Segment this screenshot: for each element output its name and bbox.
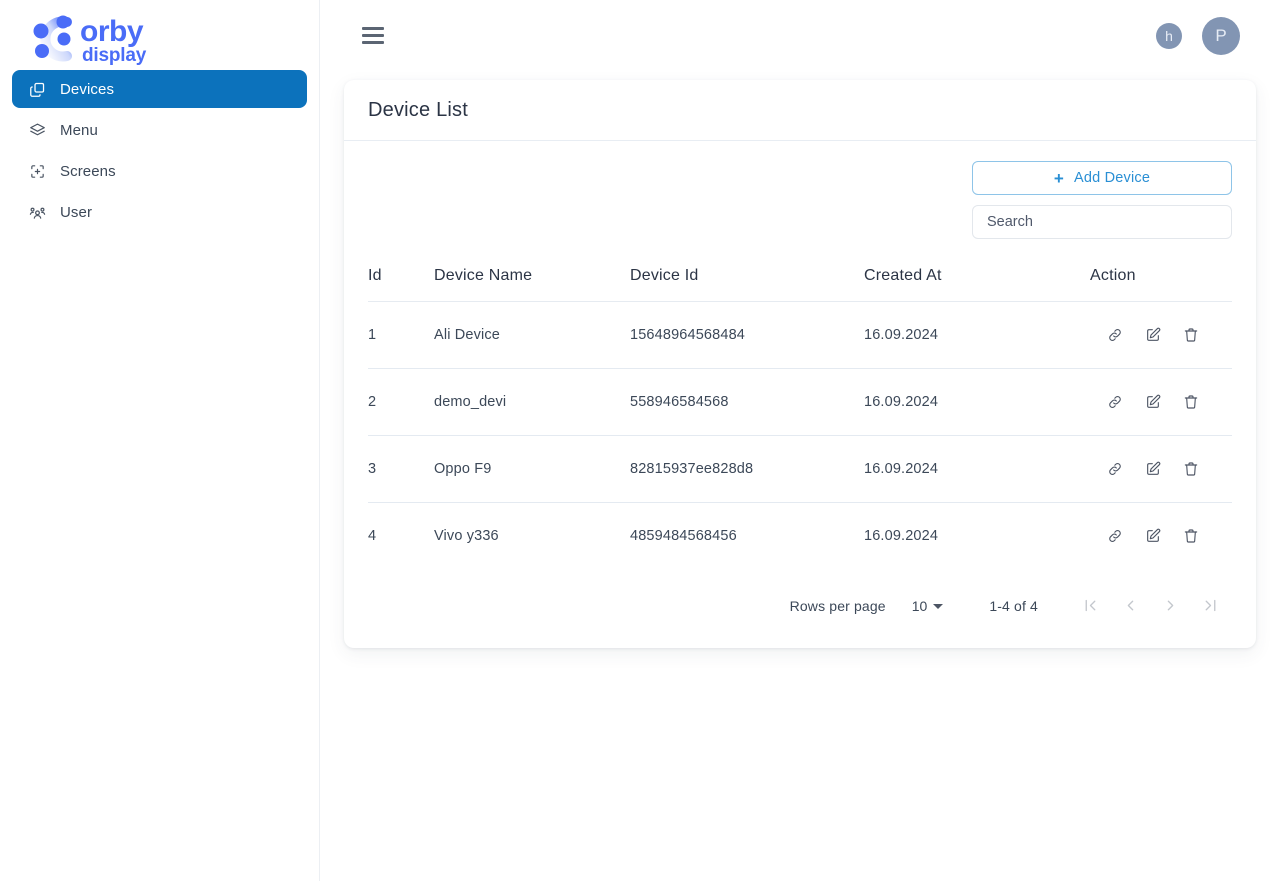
column-header-device-name: Device Name — [434, 267, 630, 302]
rows-per-page-label: Rows per page — [790, 598, 886, 614]
device-table: Id Device Name Device Id Created At Acti… — [368, 267, 1232, 570]
link-icon[interactable] — [1106, 326, 1124, 344]
cell-device-name: Ali Device — [434, 302, 630, 369]
link-icon[interactable] — [1106, 393, 1124, 411]
cell-device-id: 558946584568 — [630, 369, 864, 436]
cell-actions — [1090, 503, 1232, 570]
sidebar-item-menu[interactable]: Menu — [12, 111, 307, 149]
add-device-button[interactable]: + Add Device — [972, 161, 1232, 195]
sidebar-item-devices[interactable]: Devices — [12, 70, 307, 108]
svg-text:display: display — [82, 45, 147, 66]
cell-created-at: 16.09.2024 — [864, 369, 1090, 436]
table-head: Id Device Name Device Id Created At Acti… — [368, 267, 1232, 302]
trash-icon[interactable] — [1182, 326, 1200, 344]
cell-device-id: 4859484568456 — [630, 503, 864, 570]
table-row: 2 demo_devi 558946584568 16.09.2024 — [368, 369, 1232, 436]
row-action-group — [1090, 393, 1232, 411]
table-body: 1 Ali Device 15648964568484 16.09.2024 — [368, 302, 1232, 570]
notification-avatar[interactable]: h — [1156, 23, 1182, 49]
cell-created-at: 16.09.2024 — [864, 436, 1090, 503]
sidebar: orby display Devices — [0, 0, 320, 881]
last-page-icon[interactable] — [1190, 586, 1230, 626]
link-icon[interactable] — [1106, 527, 1124, 545]
rows-per-page-select[interactable]: 10 — [912, 598, 944, 614]
prev-page-icon[interactable] — [1110, 586, 1150, 626]
column-header-action: Action — [1090, 267, 1232, 302]
hamburger-bar — [362, 34, 384, 37]
page-title: Device List — [344, 80, 1256, 141]
cell-device-name: Vivo y336 — [434, 503, 630, 570]
cell-device-name: Oppo F9 — [434, 436, 630, 503]
cell-id: 1 — [368, 302, 434, 369]
cell-id: 4 — [368, 503, 434, 570]
row-action-group — [1090, 326, 1232, 344]
cell-device-id: 15648964568484 — [630, 302, 864, 369]
search-input[interactable] — [972, 205, 1232, 239]
cell-actions — [1090, 369, 1232, 436]
sidebar-item-label: Menu — [60, 122, 98, 139]
table-row: 4 Vivo y336 4859484568456 16.09.2024 — [368, 503, 1232, 570]
table-row: 3 Oppo F9 82815937ee828d8 16.09.2024 — [368, 436, 1232, 503]
layers-icon — [28, 121, 46, 139]
next-page-icon[interactable] — [1150, 586, 1190, 626]
column-header-created-at: Created At — [864, 267, 1090, 302]
pagination-range-label: 1-4 of 4 — [989, 598, 1038, 614]
sidebar-item-label: Devices — [60, 81, 114, 98]
cell-created-at: 16.09.2024 — [864, 302, 1090, 369]
edit-pencil-icon[interactable] — [1144, 527, 1162, 545]
cell-actions — [1090, 302, 1232, 369]
link-icon[interactable] — [1106, 460, 1124, 478]
sidebar-nav: Devices Menu — [0, 70, 319, 231]
cell-created-at: 16.09.2024 — [864, 503, 1090, 570]
svg-text:orby: orby — [80, 15, 144, 48]
edit-pencil-icon[interactable] — [1144, 393, 1162, 411]
trash-icon[interactable] — [1182, 460, 1200, 478]
sidebar-item-screens[interactable]: Screens — [12, 152, 307, 190]
first-page-icon[interactable] — [1070, 586, 1110, 626]
chevron-down-icon — [933, 604, 943, 609]
card-body: + Add Device Id Device Name Device Id Cr… — [344, 141, 1256, 648]
hamburger-icon[interactable] — [362, 27, 384, 44]
rows-per-page-value: 10 — [912, 598, 928, 614]
edit-pencil-icon[interactable] — [1144, 326, 1162, 344]
column-header-id: Id — [368, 267, 434, 302]
orby-circular-logo: orby display — [20, 9, 190, 69]
add-device-label: Add Device — [1074, 170, 1150, 186]
cell-device-name: demo_devi — [434, 369, 630, 436]
pagination-bar: Rows per page 10 1-4 of 4 — [368, 570, 1232, 642]
main-area: h P Device List + Add Device — [320, 0, 1280, 881]
row-action-group — [1090, 527, 1232, 545]
hamburger-bar — [362, 41, 384, 44]
sidebar-item-label: User — [60, 204, 92, 221]
cell-device-id: 82815937ee828d8 — [630, 436, 864, 503]
brand-logo[interactable]: orby display — [0, 0, 319, 70]
content-region: Device List + Add Device Id — [320, 71, 1280, 648]
plus-icon: + — [1054, 170, 1064, 187]
row-action-group — [1090, 460, 1232, 478]
devices-copy-icon — [28, 80, 46, 98]
trash-icon[interactable] — [1182, 527, 1200, 545]
edit-pencil-icon[interactable] — [1144, 460, 1162, 478]
profile-avatar[interactable]: P — [1202, 17, 1240, 55]
users-group-icon — [28, 203, 46, 221]
cell-actions — [1090, 436, 1232, 503]
dashed-square-plus-icon — [28, 162, 46, 180]
sidebar-item-user[interactable]: User — [12, 193, 307, 231]
sidebar-item-label: Screens — [60, 163, 116, 180]
table-toolbar: + Add Device — [368, 161, 1232, 239]
cell-id: 2 — [368, 369, 434, 436]
column-header-device-id: Device Id — [630, 267, 864, 302]
pagination-buttons — [1070, 586, 1230, 626]
device-list-card: Device List + Add Device Id — [344, 80, 1256, 648]
table-row: 1 Ali Device 15648964568484 16.09.2024 — [368, 302, 1232, 369]
table-header-row: Id Device Name Device Id Created At Acti… — [368, 267, 1232, 302]
topbar: h P — [320, 0, 1280, 71]
hamburger-bar — [362, 27, 384, 30]
cell-id: 3 — [368, 436, 434, 503]
trash-icon[interactable] — [1182, 393, 1200, 411]
app-root: orby display Devices — [0, 0, 1280, 881]
